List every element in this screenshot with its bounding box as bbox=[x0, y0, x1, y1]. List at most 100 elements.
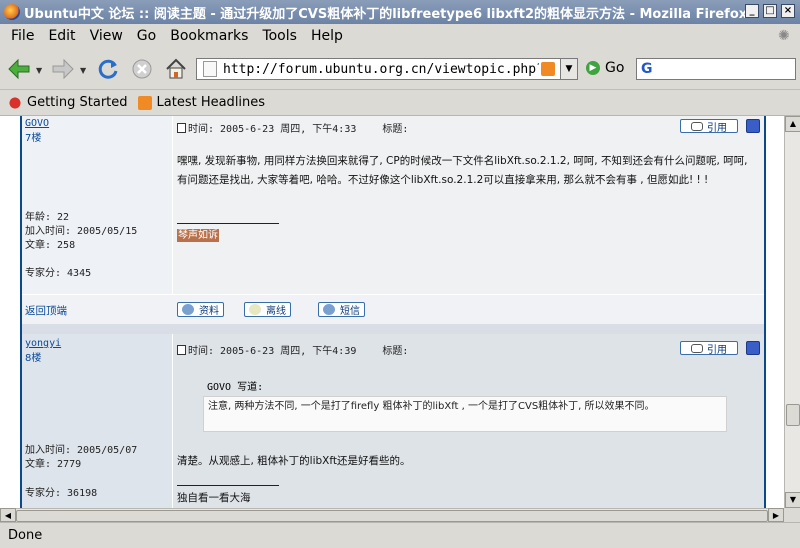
author-joined: 加入时间: 2005/05/15 bbox=[25, 226, 138, 237]
url-input[interactable]: http://forum.ubuntu.org.cn/viewtopic.php… bbox=[223, 62, 539, 77]
private-message-button[interactable]: 短信 bbox=[318, 302, 365, 317]
scroll-down-arrow-icon[interactable]: ▼ bbox=[785, 492, 800, 508]
post-time: 时间: 2005-6-23 周四, 下午4:33 bbox=[188, 124, 357, 135]
bookmark-label: Latest Headlines bbox=[156, 95, 266, 110]
scroll-right-arrow-icon[interactable]: ▶ bbox=[768, 508, 784, 522]
offline-bulb-icon bbox=[249, 304, 261, 315]
post-floor: 8楼 bbox=[25, 353, 42, 364]
bookmarks-toolbar: Getting Started Latest Headlines bbox=[0, 90, 800, 116]
post-row: yongyi 8楼 加入时间: 2005/05/07 文章: 2779 专家分:… bbox=[22, 334, 764, 508]
back-to-top-link[interactable]: 返回顶端 bbox=[25, 303, 67, 318]
post-separator bbox=[22, 324, 764, 334]
online-status-button[interactable]: 离线 bbox=[244, 302, 291, 317]
minimize-button[interactable]: _ bbox=[745, 4, 759, 18]
rss-feed-icon[interactable] bbox=[541, 62, 555, 76]
post-author-column: GOVO 7楼 年龄: 22 加入时间: 2005/05/15 文章: 258 … bbox=[22, 116, 172, 294]
post-header: 时间: 2005-6-23 周四, 下午4:39 标题: bbox=[177, 342, 408, 357]
post-text: 清楚。从观感上, 粗体补丁的libXft还是好看些的。 bbox=[177, 455, 411, 467]
horizontal-scroll-thumb[interactable] bbox=[16, 510, 768, 522]
quote-icon bbox=[691, 343, 703, 353]
private-message-icon bbox=[323, 304, 335, 315]
back-arrow-icon bbox=[8, 58, 30, 80]
author-age: 年龄: 22 bbox=[25, 212, 70, 223]
menu-edit[interactable]: Edit bbox=[41, 28, 82, 44]
private-message-label: 短信 bbox=[340, 306, 360, 317]
author-articles: 文章: 258 bbox=[25, 240, 76, 251]
back-button[interactable] bbox=[6, 55, 32, 83]
maximize-button[interactable]: □ bbox=[763, 4, 777, 18]
signature-text: 独自看一看大海 bbox=[177, 492, 251, 504]
quote-button[interactable]: 引用 bbox=[680, 119, 738, 134]
quote-icon bbox=[691, 121, 703, 131]
profile-button-label: 资料 bbox=[199, 306, 219, 317]
post-icon bbox=[177, 122, 186, 133]
menu-tools[interactable]: Tools bbox=[255, 28, 304, 44]
menu-file[interactable]: File bbox=[4, 28, 41, 44]
google-search-engine-icon[interactable]: G bbox=[641, 61, 653, 77]
scroll-up-arrow-icon[interactable]: ▲ bbox=[785, 116, 800, 132]
post-time: 时间: 2005-6-23 周四, 下午4:39 bbox=[188, 346, 357, 357]
author-expert-score: 专家分: 36198 bbox=[25, 488, 98, 499]
rss-icon bbox=[137, 95, 152, 110]
reload-button[interactable] bbox=[94, 55, 122, 83]
post-header: 时间: 2005-6-23 周四, 下午4:33 标题: bbox=[177, 120, 408, 135]
home-icon bbox=[166, 58, 186, 79]
status-bar: Done bbox=[0, 522, 800, 548]
menu-bar: File Edit View Go Bookmarks Tools Help ✺ bbox=[0, 24, 800, 48]
back-history-chevron-down-icon[interactable]: ▼ bbox=[36, 66, 42, 75]
quote-button-label: 引用 bbox=[707, 122, 727, 134]
reload-icon bbox=[98, 59, 118, 79]
bookmark-latest-headlines[interactable]: Latest Headlines bbox=[137, 95, 266, 110]
bookmark-label: Getting Started bbox=[27, 95, 128, 110]
quoted-message: GOVO 写道: 注意, 两种方法不同, 一个是打了firefly 粗体补丁的l… bbox=[203, 374, 727, 432]
menu-help[interactable]: Help bbox=[304, 28, 350, 44]
post-floor: 7楼 bbox=[25, 133, 42, 144]
author-expert-score: 专家分: 4345 bbox=[25, 268, 92, 279]
edit-post-button[interactable] bbox=[746, 341, 760, 355]
home-button[interactable] bbox=[162, 55, 190, 83]
post-author-name[interactable]: yongyi bbox=[25, 338, 61, 349]
go-label: Go bbox=[605, 60, 625, 76]
stop-button[interactable] bbox=[128, 55, 156, 83]
post-text: 嘿嘿, 发现新事物, 用同样方法换回来就得了, CP的时候改一下文件名libXf… bbox=[177, 155, 748, 186]
post-body-column: 时间: 2005-6-23 周四, 下午4:33 标题: 引用 嘿嘿, 发现新事… bbox=[172, 116, 764, 294]
author-joined: 加入时间: 2005/05/07 bbox=[25, 445, 138, 456]
vertical-scrollbar[interactable]: ▲ ▼ bbox=[784, 116, 800, 508]
getting-started-icon bbox=[8, 95, 22, 110]
signature-divider bbox=[177, 485, 279, 486]
go-button[interactable]: ▶ Go bbox=[586, 60, 624, 76]
post-icon bbox=[177, 344, 186, 355]
quote-author: GOVO 写道: bbox=[207, 382, 264, 393]
forward-history-chevron-down-icon[interactable]: ▼ bbox=[80, 66, 86, 75]
post-title-label: 标题: bbox=[382, 124, 409, 135]
edit-post-button[interactable] bbox=[746, 119, 760, 133]
quote-button[interactable]: 引用 bbox=[680, 341, 738, 356]
forward-button[interactable] bbox=[50, 55, 76, 83]
online-status-label: 离线 bbox=[266, 306, 286, 317]
menu-go[interactable]: Go bbox=[130, 28, 163, 44]
search-bar[interactable]: G bbox=[636, 58, 796, 80]
author-profile: 年龄: 22 加入时间: 2005/05/15 文章: 258 bbox=[25, 211, 137, 253]
firefox-icon bbox=[4, 4, 20, 20]
profile-icon bbox=[182, 304, 194, 315]
scroll-left-arrow-icon[interactable]: ◀ bbox=[0, 508, 16, 522]
go-arrow-icon: ▶ bbox=[586, 61, 600, 75]
vertical-scroll-thumb[interactable] bbox=[786, 404, 800, 426]
horizontal-scrollbar[interactable]: ◀ ▶ bbox=[0, 508, 784, 522]
bookmark-getting-started[interactable]: Getting Started bbox=[8, 95, 128, 110]
post-row: GOVO 7楼 年龄: 22 加入时间: 2005/05/15 文章: 258 … bbox=[22, 116, 764, 294]
navigation-toolbar: ▼ ▼ http://forum.ubuntu.org.cn/viewtopic… bbox=[0, 48, 800, 90]
url-history-chevron-down-icon[interactable]: ▼ bbox=[560, 58, 578, 80]
throbber-icon: ✺ bbox=[778, 28, 790, 44]
post-title-label: 标题: bbox=[382, 346, 409, 357]
profile-button[interactable]: 资料 bbox=[177, 302, 224, 317]
menu-bookmarks[interactable]: Bookmarks bbox=[163, 28, 255, 44]
signature-divider bbox=[177, 223, 279, 224]
post-author-name[interactable]: GOVO bbox=[25, 118, 49, 129]
page-icon bbox=[203, 61, 217, 77]
close-button[interactable]: × bbox=[781, 4, 795, 18]
window-title-bar: Ubuntu中文 论坛 :: 阅读主题 - 通过升级加了CVS粗体补丁的libf… bbox=[0, 0, 800, 24]
url-bar[interactable]: http://forum.ubuntu.org.cn/viewtopic.php… bbox=[196, 58, 578, 80]
scrollbar-corner bbox=[784, 508, 800, 522]
menu-view[interactable]: View bbox=[83, 28, 130, 44]
